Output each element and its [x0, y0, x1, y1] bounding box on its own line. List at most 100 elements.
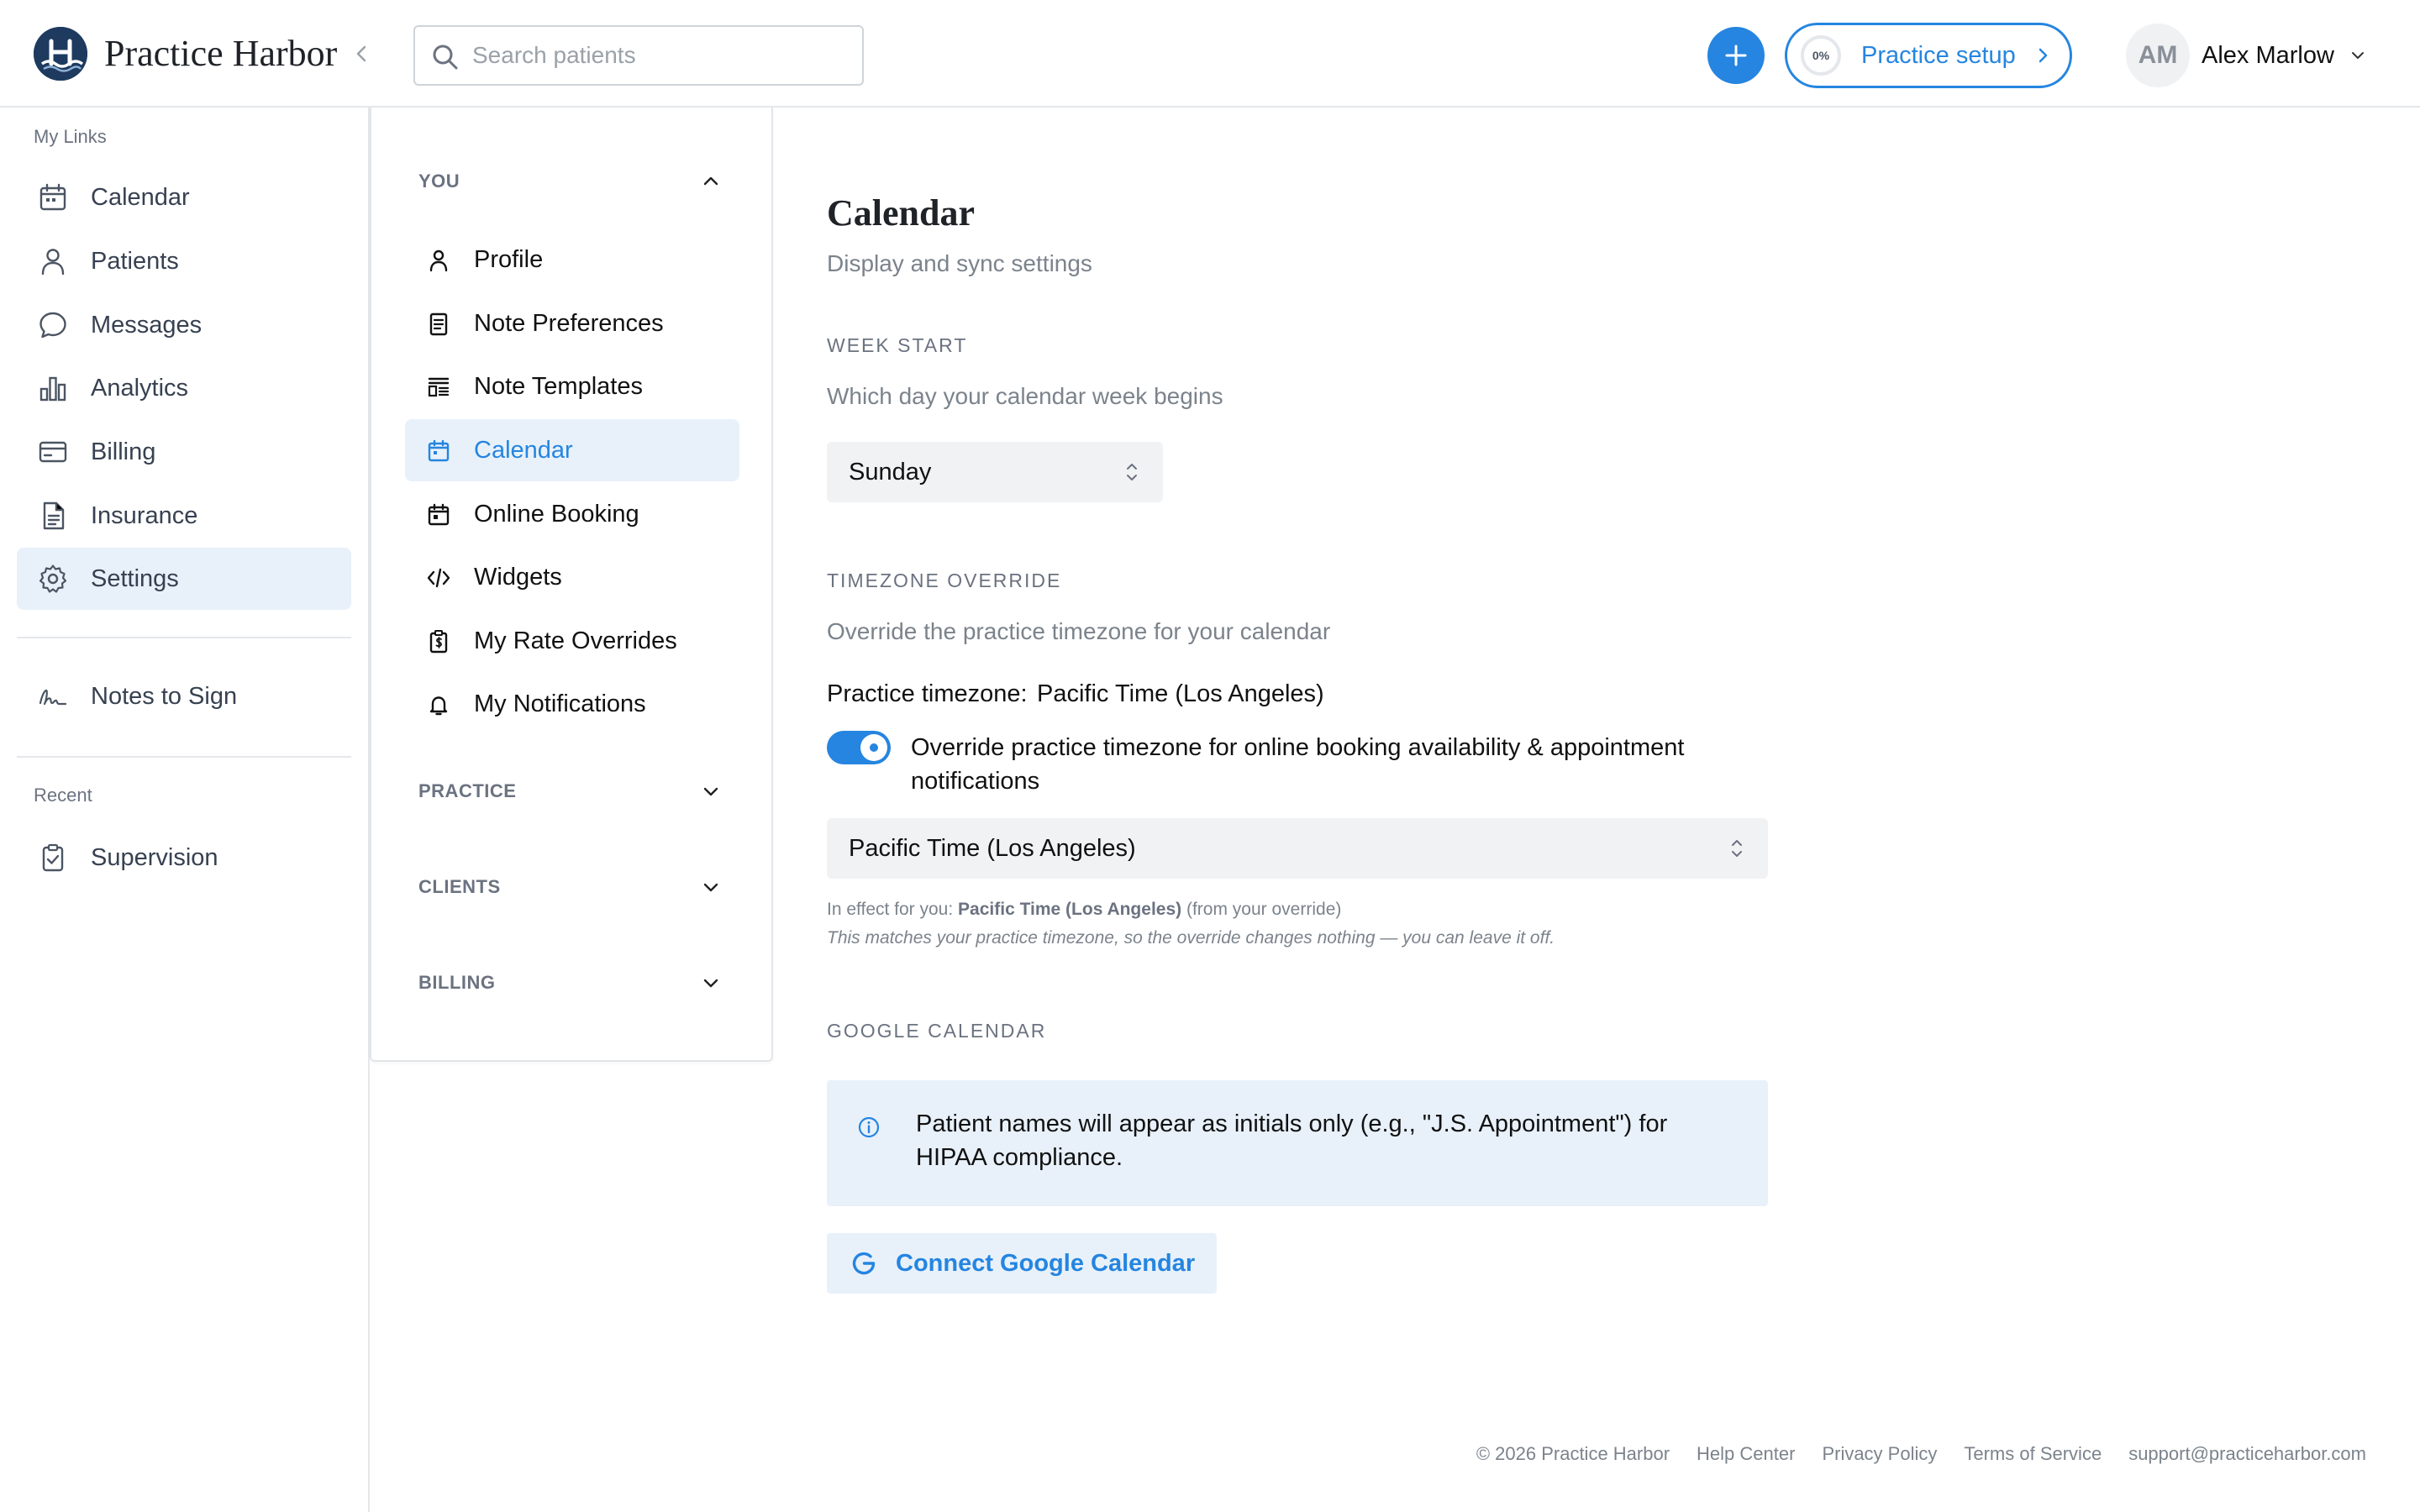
sidebar-item-label: Supervision [91, 844, 218, 871]
settings-group-title: YOU [418, 171, 460, 192]
user-name[interactable]: Alex Marlow [2202, 39, 2334, 72]
message-icon [37, 309, 69, 341]
timezone-override-description: Override the practice timezone for your … [827, 618, 1331, 644]
hipaa-info-text: Patient names will appear as initials on… [916, 1110, 1668, 1171]
settings-nav-note-preferences[interactable]: Note Preferences [405, 292, 739, 354]
footer-link-terms-of-service[interactable]: Terms of Service [1964, 1441, 2102, 1467]
settings-nav-label: Profile [474, 246, 544, 273]
timezone-match-note: This matches your practice timezone, so … [827, 928, 1555, 948]
add-button[interactable] [1707, 27, 1765, 84]
chevron-down-icon [699, 780, 723, 803]
settings-group-billing[interactable]: BILLING [371, 958, 771, 1008]
sidebar: My Links Calendar Patients Messages Anal… [0, 108, 370, 1512]
sidebar-item-notes-to-sign[interactable]: Notes to Sign [17, 665, 351, 727]
settings-nav-profile[interactable]: Profile [405, 228, 739, 291]
settings-nav-label: My Rate Overrides [474, 627, 677, 654]
footer-link-support-email[interactable]: support@practiceharbor.com [2128, 1441, 2366, 1467]
sidebar-item-label: Calendar [91, 184, 190, 211]
collapse-sidebar-button[interactable] [348, 39, 375, 69]
settings-group-practice[interactable]: PRACTICE [371, 766, 771, 816]
bell-icon [425, 691, 452, 718]
practice-timezone-value: Pacific Time (Los Angeles) [1037, 680, 1324, 707]
settings-nav-calendar[interactable]: Calendar [405, 419, 739, 481]
clipboard-dollar-icon [425, 628, 452, 655]
timezone-select[interactable]: Pacific Time (Los Angeles) [827, 818, 1768, 879]
chevron-right-icon [2033, 44, 2053, 67]
settings-group-title: BILLING [418, 972, 496, 993]
settings-nav-label: Note Templates [474, 373, 643, 400]
gear-icon [37, 563, 69, 595]
week-start-select[interactable]: Sunday [827, 442, 1163, 502]
settings-group-clients[interactable]: CLIENTS [371, 862, 771, 912]
footer-link-help-center[interactable]: Help Center [1697, 1441, 1795, 1467]
calendar-icon [37, 181, 69, 213]
settings-nav-label: My Notifications [474, 690, 646, 717]
google-calendar-heading: GOOGLE CALENDAR [827, 1020, 1047, 1042]
settings-group-title: CLIENTS [418, 876, 501, 897]
recent-item-supervision[interactable]: Supervision [17, 827, 351, 889]
sidebar-item-insurance[interactable]: Insurance [17, 485, 351, 547]
code-icon [425, 564, 452, 591]
credit-card-icon [37, 436, 69, 468]
sidebar-item-calendar[interactable]: Calendar [17, 166, 351, 228]
sidebar-item-patients[interactable]: Patients [17, 230, 351, 292]
avatar[interactable]: AM [2126, 24, 2190, 87]
my-links-heading: My Links [34, 126, 107, 147]
footer: © 2026 Practice Harbor Help Center Priva… [1476, 1441, 2366, 1467]
search-input[interactable] [472, 27, 850, 84]
chevron-down-icon[interactable] [2348, 45, 2368, 66]
week-start-value: Sunday [849, 459, 932, 486]
page-subtitle: Display and sync settings [827, 250, 1092, 276]
effect-suffix: (from your override) [1186, 900, 1342, 919]
sidebar-item-label: Analytics [91, 375, 189, 402]
page-title: Calendar [827, 192, 975, 234]
settings-group-title: PRACTICE [418, 780, 517, 801]
sidebar-divider [17, 756, 351, 758]
setup-progress-label: 0% [1812, 49, 1830, 62]
sidebar-divider [17, 637, 351, 638]
week-start-description: Which day your calendar week begins [827, 383, 1223, 409]
sidebar-item-settings[interactable]: Settings [17, 548, 351, 610]
sidebar-item-analytics[interactable]: Analytics [17, 357, 351, 419]
footer-copyright: © 2026 Practice Harbor [1476, 1443, 1670, 1464]
settings-group-you[interactable]: YOU [371, 156, 771, 207]
settings-nav-label: Online Booking [474, 501, 639, 528]
select-arrows-icon [1728, 835, 1746, 862]
document-icon [37, 500, 69, 532]
bar-chart-icon [37, 372, 69, 404]
settings-nav-widgets[interactable]: Widgets [405, 546, 739, 608]
template-icon [425, 374, 452, 401]
settings-nav-note-templates[interactable]: Note Templates [405, 355, 739, 417]
sidebar-item-billing[interactable]: Billing [17, 421, 351, 483]
settings-nav-panel: YOU Profile Note Preferences Note Templa… [370, 108, 773, 1062]
sidebar-item-label: Messages [91, 312, 203, 339]
hipaa-info-box: Patient names will appear as initials on… [827, 1080, 1768, 1206]
settings-nav-online-booking[interactable]: Online Booking [405, 483, 739, 545]
week-start-heading: WEEK START [827, 334, 968, 356]
setup-progress-ring: 0% [1801, 35, 1841, 76]
search-box [413, 25, 864, 86]
settings-nav-my-rate-overrides[interactable]: My Rate Overrides [405, 610, 739, 672]
top-bar: Practice Harbor 0% Practice setup AM Ale… [0, 0, 2420, 108]
chevron-up-icon [699, 170, 723, 193]
override-timezone-toggle[interactable] [827, 731, 891, 764]
settings-nav-label: Calendar [474, 437, 573, 464]
connect-google-calendar-button[interactable]: Connect Google Calendar [827, 1233, 1217, 1294]
settings-nav-label: Widgets [474, 564, 562, 591]
override-timezone-label: Override practice timezone for online bo… [911, 734, 1685, 795]
logo-icon[interactable] [34, 27, 87, 81]
google-icon [849, 1248, 879, 1278]
practice-timezone-label: Practice timezone: [827, 680, 1028, 707]
settings-nav-my-notifications[interactable]: My Notifications [405, 673, 739, 735]
sidebar-item-label: Notes to Sign [91, 683, 238, 710]
practice-setup-button[interactable]: 0% Practice setup [1785, 23, 2072, 88]
sidebar-item-label: Insurance [91, 502, 198, 529]
effect-prefix: In effect for you: [827, 900, 954, 919]
timezone-override-heading: TIMEZONE OVERRIDE [827, 570, 1062, 591]
toggle-knob [860, 734, 887, 761]
recent-heading: Recent [34, 785, 92, 806]
footer-link-privacy-policy[interactable]: Privacy Policy [1822, 1441, 1937, 1467]
sidebar-item-messages[interactable]: Messages [17, 294, 351, 356]
settings-nav-label: Note Preferences [474, 310, 664, 337]
effect-value: Pacific Time (Los Angeles) [958, 900, 1182, 919]
